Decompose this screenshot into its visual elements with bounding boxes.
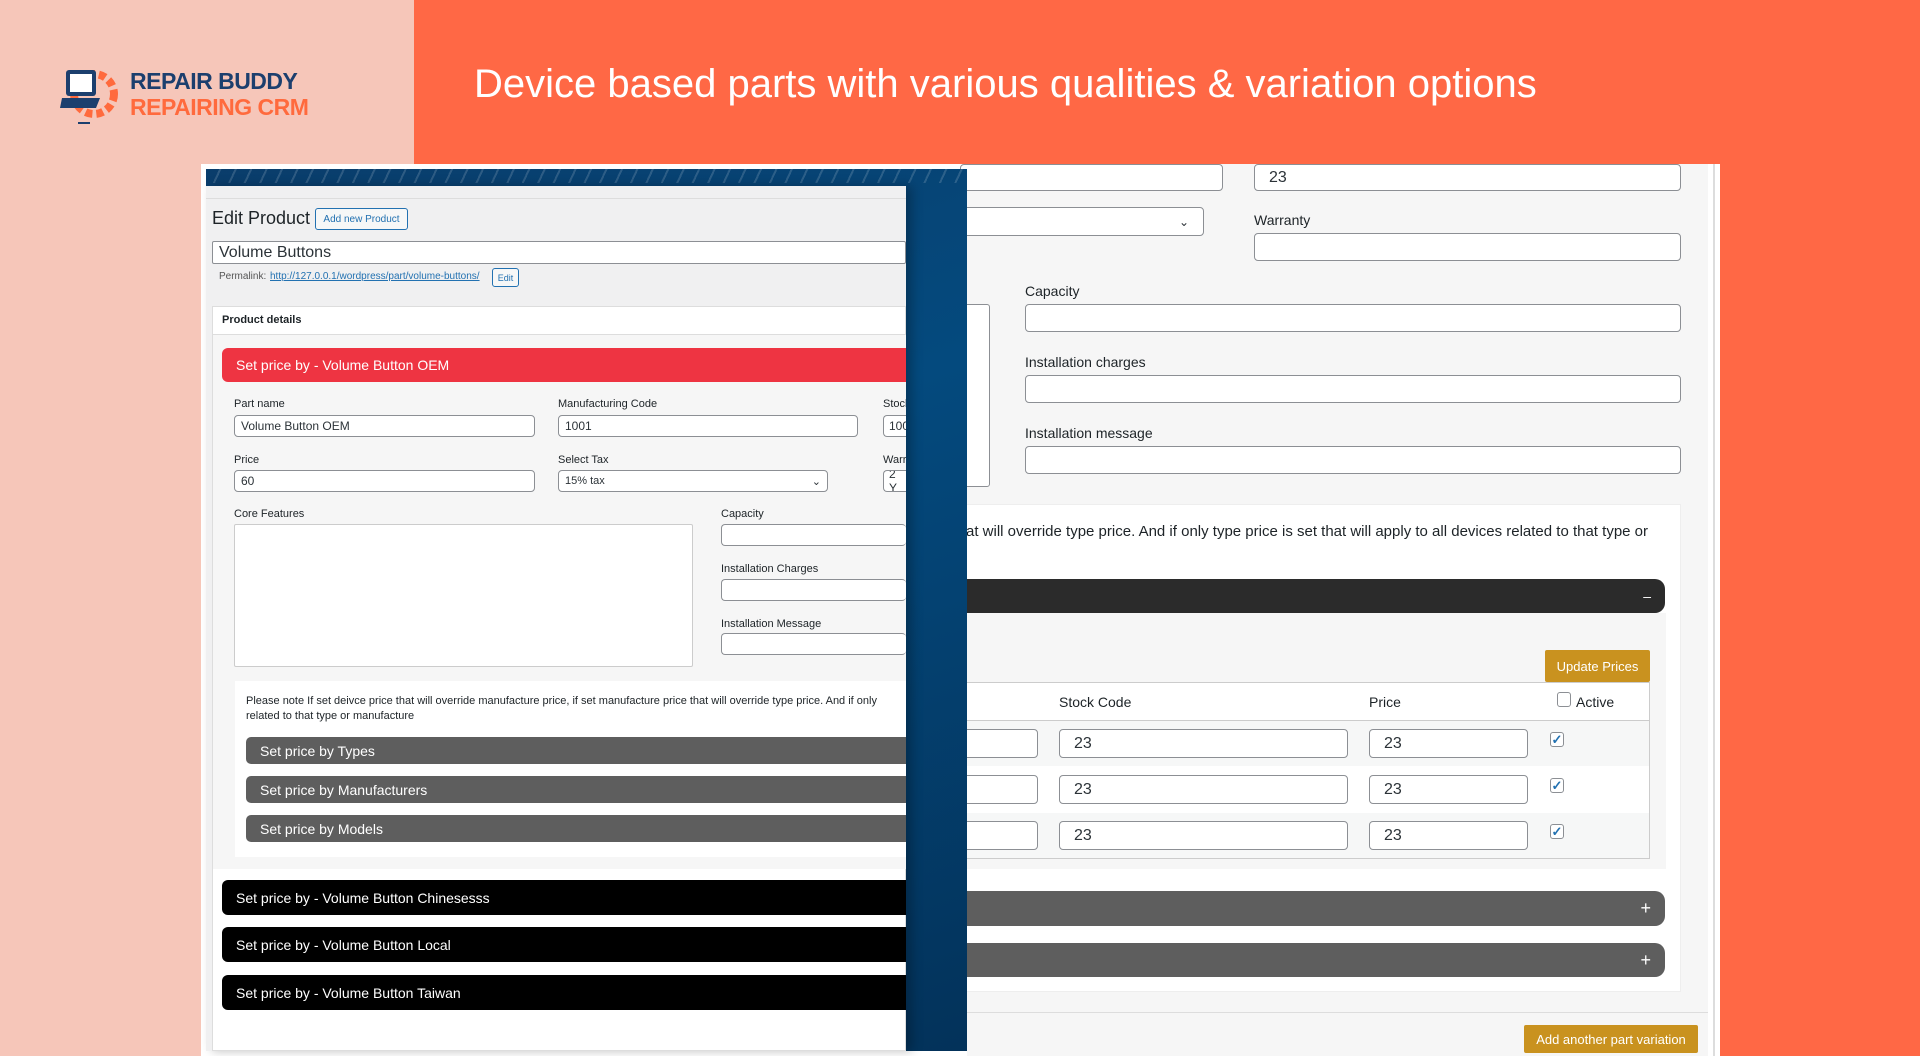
row-price-field[interactable]: 23	[1369, 821, 1528, 850]
divider	[206, 198, 906, 199]
chevron-down-icon: ⌄	[811, 475, 821, 488]
back-warranty-field[interactable]	[1254, 233, 1681, 261]
permalink-link[interactable]: http://127.0.0.1/wordpress/part/volume-b…	[270, 271, 480, 282]
warranty-input[interactable]: 2 Y	[883, 470, 906, 492]
row-stock-code-field[interactable]: 23	[1059, 729, 1348, 758]
row-device-field[interactable]	[960, 729, 1038, 758]
select-tax-label: Select Tax	[558, 454, 609, 466]
variation-title: Set price by - Volume Button Taiwan	[236, 984, 461, 1001]
back-tax-select[interactable]: ⌄	[960, 207, 1204, 236]
col-price: Price	[1369, 694, 1401, 710]
install-charges-input[interactable]	[721, 579, 906, 601]
permalink-label: Permalink:	[219, 271, 267, 282]
core-features-label: Core Features	[234, 508, 305, 520]
row-price-field[interactable]: 23	[1369, 775, 1528, 804]
update-prices-button[interactable]: Update Prices	[1545, 650, 1650, 682]
warranty-label: Warra	[883, 454, 906, 466]
col-stock-code: Stock Code	[1059, 694, 1132, 710]
part-name-input[interactable]: Volume Button OEM	[234, 415, 535, 437]
laptop-gear-icon	[60, 70, 118, 124]
capacity-label: Capacity	[721, 508, 764, 520]
divider	[960, 1012, 1708, 1013]
row-active-checkbox[interactable]: ✓	[1550, 732, 1564, 747]
back-warranty-label: Warranty	[1254, 212, 1311, 228]
back-note-text: at will override type price. And if only…	[966, 523, 1649, 540]
row-stock-code-field[interactable]: 23	[1059, 775, 1348, 804]
price-by-models-bar[interactable]: Set price by Models	[246, 815, 906, 842]
row-active-checkbox[interactable]: ✓	[1550, 778, 1564, 793]
bar-label: Set price by Manufacturers	[260, 781, 428, 798]
price-input[interactable]: 60	[234, 470, 535, 492]
row-device-field[interactable]	[960, 775, 1038, 804]
price-by-manufacturers-bar[interactable]: Set price by Manufacturers	[246, 776, 906, 803]
row-active-checkbox[interactable]: ✓	[1550, 824, 1564, 839]
mfg-code-label: Manufacturing Code	[558, 398, 658, 410]
back-install-message-field[interactable]	[1025, 446, 1681, 474]
stock-input[interactable]: 100	[883, 415, 906, 437]
add-new-product-button[interactable]: Add new Product	[315, 208, 408, 230]
variation-bar-local[interactable]: Set price by - Volume Button Local	[222, 927, 906, 962]
price-label: Price	[234, 454, 260, 466]
back-install-charges-field[interactable]	[1025, 375, 1681, 403]
install-message-input[interactable]	[721, 633, 906, 655]
mfg-code-input[interactable]: 1001	[558, 415, 858, 437]
pricing-note-line1: Please note If set deivce price that wil…	[246, 695, 877, 707]
edit-permalink-button[interactable]: Edit	[492, 268, 519, 287]
stock-label: Stock	[883, 398, 906, 410]
add-part-variation-button[interactable]: Add another part variation	[1524, 1025, 1698, 1053]
variation-bar-taiwan[interactable]: Set price by - Volume Button Taiwan	[222, 975, 906, 1010]
variation-title: Set price by - Volume Button Chinesesss	[236, 889, 490, 906]
collapse-icon[interactable]: –	[1643, 588, 1651, 604]
back-capacity-field[interactable]	[1025, 304, 1681, 332]
scrollbar[interactable]	[1713, 164, 1715, 1056]
decorative-stripes	[206, 169, 967, 183]
expand-icon[interactable]: +	[1640, 898, 1651, 919]
variation-bar-chinese[interactable]: Set price by - Volume Button Chinesesss	[222, 880, 906, 915]
back-install-charges-label: Installation charges	[1025, 354, 1146, 370]
brand-logo: REPAIR BUDDY REPAIRING CRM	[58, 64, 318, 126]
variation-title: Set price by - Volume Button Local	[236, 936, 451, 953]
bar-label: Set price by Models	[260, 820, 383, 837]
product-details-title: Product details	[222, 314, 302, 326]
col-active: Active	[1576, 694, 1615, 710]
row-device-field[interactable]	[960, 821, 1038, 850]
back-types-bar[interactable]: –	[950, 579, 1665, 613]
variation-bar-oem[interactable]: Set price by - Volume Button OEM	[222, 348, 906, 382]
install-charges-label: Installation Charges	[721, 563, 819, 575]
bar-label: Set price by Types	[260, 742, 375, 759]
variation-title: Set price by - Volume Button OEM	[236, 357, 450, 373]
row-stock-code-field[interactable]: 23	[1059, 821, 1348, 850]
capacity-input[interactable]	[721, 524, 906, 546]
row-price-field[interactable]: 23	[1369, 729, 1528, 758]
price-by-types-bar[interactable]: Set price by Types	[246, 737, 906, 764]
back-stock-field[interactable]: 23	[1254, 164, 1681, 191]
brand-tagline: REPAIRING CRM	[130, 94, 309, 120]
page-title: Edit Product	[212, 208, 311, 228]
back-capacity-label: Capacity	[1025, 283, 1080, 299]
back-models-bar[interactable]: +	[950, 943, 1665, 977]
tax-value: 15% tax	[565, 475, 605, 487]
chevron-down-icon: ⌄	[1178, 214, 1189, 229]
brand-name: REPAIR BUDDY	[130, 68, 298, 94]
core-features-textarea[interactable]	[234, 524, 693, 667]
expand-icon[interactable]: +	[1640, 950, 1651, 971]
tax-select[interactable]: 15% tax ⌄	[558, 470, 828, 492]
headline: Device based parts with various qualitie…	[474, 62, 1537, 106]
back-manufacturers-bar[interactable]: +	[950, 891, 1665, 926]
select-all-checkbox[interactable]	[1557, 692, 1571, 707]
back-install-message-label: Installation message	[1025, 425, 1153, 441]
install-message-label: Installation Message	[721, 618, 822, 630]
back-field-partial[interactable]	[960, 164, 1223, 191]
pricing-note-line2: related to that type or manufacture	[246, 710, 415, 722]
product-title-input[interactable]: Volume Buttons	[212, 241, 906, 264]
part-name-label: Part name	[234, 398, 285, 410]
